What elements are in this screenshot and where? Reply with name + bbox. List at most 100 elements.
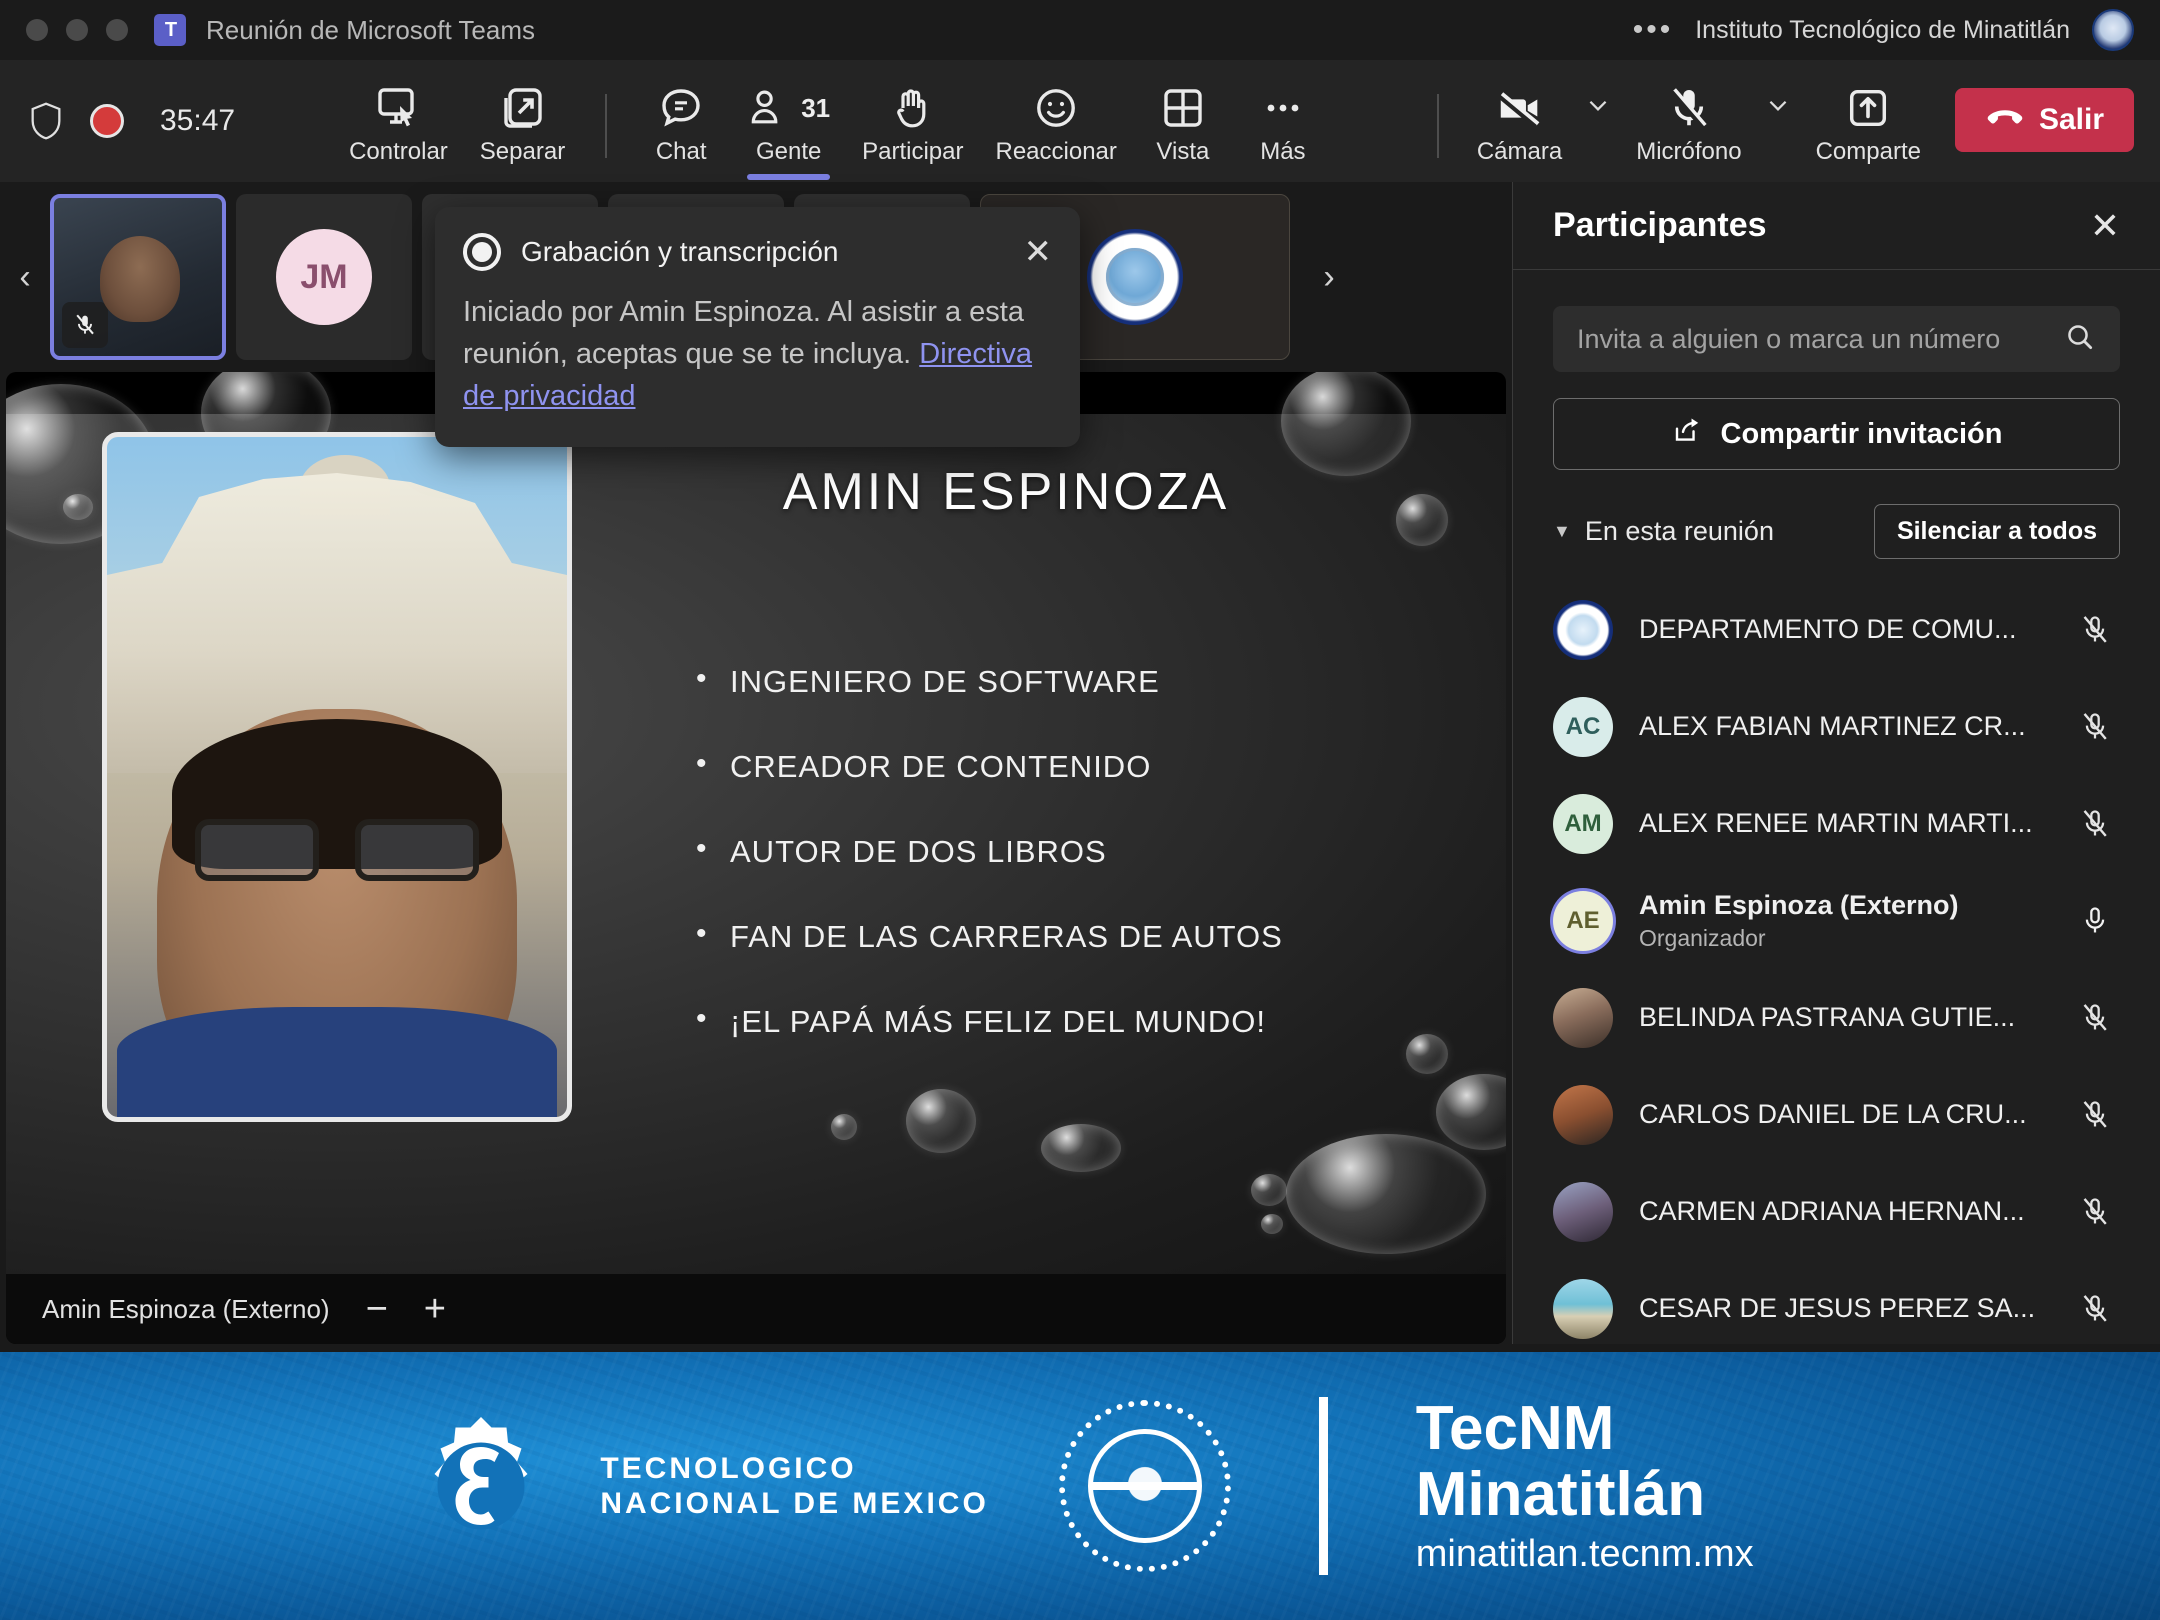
microphone-control-group: Micrófono xyxy=(1622,76,1799,166)
list-item[interactable]: AC ALEX FABIAN MARTINEZ CR... xyxy=(1553,678,2120,775)
leave-meeting-button[interactable]: Salir xyxy=(1954,88,2134,152)
chevron-right-icon[interactable]: › xyxy=(1304,258,1354,297)
zoom-in-button[interactable]: + xyxy=(424,1290,446,1328)
camera-control-group: Cámara xyxy=(1463,76,1620,166)
maximize-window-button[interactable] xyxy=(106,19,128,41)
toolbar-button-mas[interactable]: Más xyxy=(1235,76,1331,166)
ellipsis-icon[interactable]: ••• xyxy=(1633,15,1674,45)
toolbar-button-reaccionar[interactable]: Reaccionar xyxy=(981,76,1130,166)
decorative-bubble xyxy=(1406,1034,1448,1074)
avatar: JM xyxy=(276,229,372,325)
mic-off-icon xyxy=(62,302,108,348)
list-item: CREADOR DE CONTENIDO xyxy=(696,747,1283,785)
share-screen-icon xyxy=(1845,82,1891,134)
toolbar-label: Gente xyxy=(755,138,822,165)
toolbar-button-chat[interactable]: Chat xyxy=(633,76,729,166)
mic-off-icon[interactable] xyxy=(2070,1292,2120,1326)
toolbar-button-vista[interactable]: Vista xyxy=(1135,76,1231,166)
tecnm-footer-banner: TECNOLOGICO NACIONAL DE MEXICO TecNM Min… xyxy=(0,1352,2160,1620)
video-tile-avatar[interactable]: JM xyxy=(236,194,412,360)
close-icon[interactable]: ✕ xyxy=(2090,207,2120,244)
search-box[interactable] xyxy=(1553,306,2120,372)
list-item[interactable]: AM ALEX RENEE MARTIN MARTI... xyxy=(1553,775,2120,872)
close-window-button[interactable] xyxy=(26,19,48,41)
people-icon: 31 xyxy=(747,82,830,134)
raise-hand-icon xyxy=(889,82,937,134)
itm-seal-icon xyxy=(1058,1400,1231,1572)
participant-role: Organizador xyxy=(1639,924,1766,951)
participants-list: DEPARTAMENTO DE COMU... AC ALEX FABIAN M… xyxy=(1553,581,2120,1357)
minimize-window-button[interactable] xyxy=(66,19,88,41)
avatar[interactable] xyxy=(2092,9,2134,51)
share-invitation-button[interactable]: Compartir invitación xyxy=(1553,398,2120,470)
list-item[interactable]: CARLOS DANIEL DE LA CRU... xyxy=(1553,1066,2120,1163)
avatar xyxy=(1553,1084,1613,1145)
mic-off-icon[interactable] xyxy=(2070,710,2120,744)
list-item[interactable]: CESAR DE JESUS PEREZ SA... xyxy=(1553,1260,2120,1357)
share-invitation-label: Compartir invitación xyxy=(1720,417,2003,450)
pop-out-icon xyxy=(498,82,546,134)
toolbar-button-gente[interactable]: 31 Gente xyxy=(733,76,844,180)
list-item[interactable]: BELINDA PASTRANA GUTIE... xyxy=(1553,969,2120,1066)
divider xyxy=(1318,1397,1328,1575)
chevron-down-icon[interactable] xyxy=(1756,76,1800,134)
screen-control-icon xyxy=(374,82,422,134)
chevron-left-icon[interactable]: ‹ xyxy=(0,258,50,297)
footer-inner: TECNOLOGICO NACIONAL DE MEXICO TecNM Min… xyxy=(406,1394,1754,1575)
participants-count: 31 xyxy=(801,92,831,123)
avatar: AC xyxy=(1553,696,1613,757)
decorative-bubble xyxy=(1041,1124,1121,1172)
caret-down-icon[interactable]: ▼ xyxy=(1553,521,1571,542)
ellipsis-icon xyxy=(1259,82,1307,134)
toolbar-center-group: Controlar Separar Chat 31 Gente Particip… xyxy=(335,76,1331,180)
window-traffic-lights[interactable] xyxy=(26,19,128,41)
toolbar-button-participar[interactable]: Participar xyxy=(848,76,977,166)
decorative-bubble xyxy=(1281,372,1411,476)
presentation-slide: AMIN ESPINOZA INGENIERO DE SOFTWARE CREA… xyxy=(6,372,1506,1276)
zoom-out-button[interactable]: − xyxy=(366,1290,388,1328)
toolbar-button-camara[interactable]: Cámara xyxy=(1463,76,1576,166)
list-item[interactable]: CARMEN ADRIANA HERNAN... xyxy=(1553,1163,2120,1260)
close-icon[interactable]: ✕ xyxy=(1024,235,1053,269)
toolbar-left-group: 35:47 xyxy=(30,102,235,140)
shield-icon[interactable] xyxy=(30,102,62,140)
mic-off-icon[interactable] xyxy=(2070,807,2120,841)
panel-body: Compartir invitación ▼ En esta reunión S… xyxy=(1513,270,2160,1357)
titlebar-right-group: ••• Instituto Tecnológico de Minatitlán xyxy=(1633,0,2134,60)
avatar: AE xyxy=(1553,890,1613,951)
toolbar-button-comparte[interactable]: Comparte xyxy=(1802,76,1935,166)
list-item[interactable]: DEPARTAMENTO DE COMU... xyxy=(1553,581,2120,678)
avatar: AM xyxy=(1553,793,1613,854)
decorative-bubble xyxy=(1286,1134,1486,1254)
panel-header: Participantes ✕ xyxy=(1513,182,2160,270)
participant-name: DEPARTAMENTO DE COMU... xyxy=(1639,614,2017,644)
participants-panel: Participantes ✕ Invita a alguien o marca… xyxy=(1512,182,2160,1344)
toolbar-right-group: Cámara Micrófono Comparte Salir xyxy=(1415,76,2134,166)
list-item[interactable]: AE Amin Espinoza (Externo) Organizador xyxy=(1553,872,2120,969)
smiley-icon xyxy=(1032,82,1080,134)
tecnm-gear-icon xyxy=(406,1411,556,1561)
chevron-down-icon[interactable] xyxy=(1576,76,1620,134)
participant-name: CARLOS DANIEL DE LA CRU... xyxy=(1639,1099,2027,1129)
mic-off-icon[interactable] xyxy=(2070,613,2120,647)
search-input[interactable] xyxy=(1577,323,2064,355)
recording-dot-icon xyxy=(463,233,501,271)
avatar xyxy=(1553,987,1613,1048)
mic-off-icon[interactable] xyxy=(2070,1098,2120,1132)
brand-url: minatitlan.tecnm.mx xyxy=(1415,1532,1754,1575)
mic-off-icon[interactable] xyxy=(2070,1195,2120,1229)
toolbar-label: Micrófono xyxy=(1636,138,1742,165)
video-tile-self[interactable] xyxy=(50,194,226,360)
mute-all-button[interactable]: Silenciar a todos xyxy=(1873,504,2120,559)
mic-off-icon[interactable] xyxy=(2070,1001,2120,1035)
avatar xyxy=(1553,599,1613,660)
toolbar-button-separar[interactable]: Separar xyxy=(466,76,579,166)
toolbar-button-controlar[interactable]: Controlar xyxy=(335,76,462,166)
toolbar-label: Controlar xyxy=(349,138,448,165)
toolbar-button-microfono[interactable]: Micrófono xyxy=(1622,76,1755,166)
participant-name: ALEX RENEE MARTIN MARTI... xyxy=(1639,808,2033,838)
recording-dot-icon xyxy=(90,104,124,138)
brand-line-1: TecNM xyxy=(1415,1394,1615,1464)
participant-name: Amin Espinoza (Externo) xyxy=(1639,889,1959,920)
mic-on-icon[interactable] xyxy=(2070,904,2120,938)
